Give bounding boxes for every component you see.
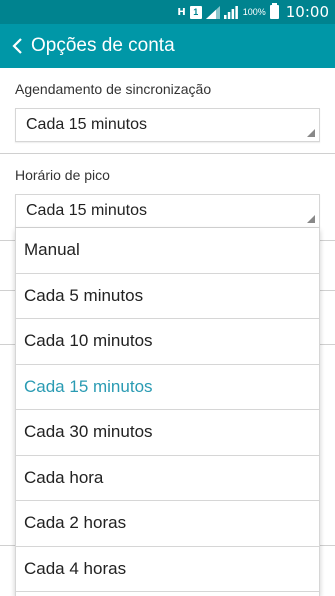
divider [0, 290, 15, 291]
clock: 10:00 [285, 3, 329, 21]
dropdown-option-15-min[interactable]: Cada 15 minutos [16, 365, 319, 410]
battery-icon [269, 3, 279, 19]
dropdown-arrow-icon [307, 129, 315, 137]
signal-strength-icon [205, 5, 220, 19]
sync-schedule-value: Cada 15 minutos [26, 116, 147, 133]
page-title: Opções de conta [31, 35, 175, 56]
divider [320, 290, 335, 291]
divider [320, 344, 335, 345]
dropdown-arrow-icon [307, 215, 315, 223]
divider [0, 153, 335, 154]
status-bar: H 1 100% 10:00 [0, 0, 335, 24]
peak-time-value: Cada 15 minutos [26, 202, 147, 219]
chevron-left-icon[interactable] [3, 24, 31, 68]
divider [320, 545, 335, 546]
sync-schedule-label: Agendamento de sincronização [15, 81, 212, 97]
network-type-indicator: H [177, 6, 186, 18]
dropdown-option-manual[interactable]: Manual [16, 228, 319, 274]
divider [0, 545, 15, 546]
sync-schedule-spinner[interactable]: Cada 15 minutos [15, 108, 320, 142]
sync-interval-dropdown: Manual Cada 5 minutos Cada 10 minutos Ca… [15, 228, 320, 596]
signal-strength-icon-2 [223, 5, 238, 19]
dropdown-option-4-hours[interactable]: Cada 4 horas [16, 547, 319, 592]
divider [320, 240, 335, 241]
peak-time-spinner[interactable]: Cada 15 minutos [15, 194, 320, 228]
peak-time-label: Horário de pico [15, 167, 110, 183]
dropdown-option-hourly[interactable]: Cada hora [16, 456, 319, 501]
sim-slot-label: 1 [193, 6, 199, 17]
sim-card-icon: 1 [189, 5, 202, 19]
dropdown-option-30-min[interactable]: Cada 30 minutos [16, 410, 319, 456]
battery-percent: 100% [242, 7, 266, 17]
divider [0, 240, 15, 241]
dropdown-option-2-hours[interactable]: Cada 2 horas [16, 501, 319, 547]
divider [0, 344, 15, 345]
app-bar: Opções de conta [0, 24, 335, 68]
dropdown-option-5-min[interactable]: Cada 5 minutos [16, 274, 319, 319]
dropdown-option-10-min[interactable]: Cada 10 minutos [16, 319, 319, 365]
